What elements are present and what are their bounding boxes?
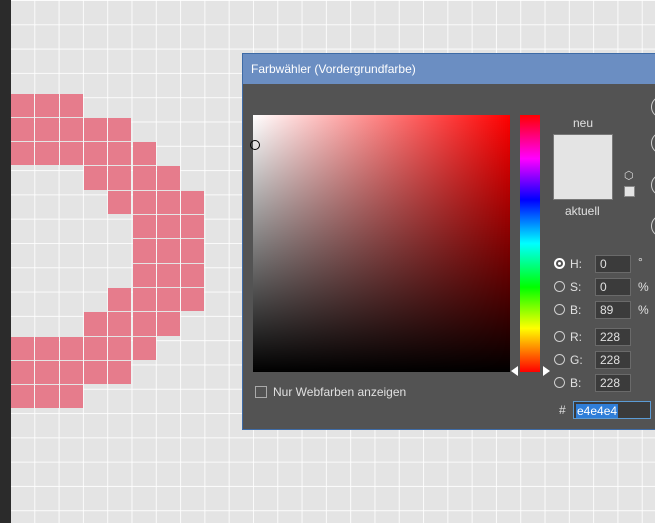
brightness-unit: % <box>638 303 649 317</box>
left-panel-edge <box>0 0 11 523</box>
add-to-swatches-button[interactable] <box>651 174 655 196</box>
pixel-cell <box>181 239 205 263</box>
color-field-marker[interactable] <box>250 140 260 150</box>
pixel-cell <box>11 360 35 385</box>
pixel-cell <box>108 360 132 385</box>
pixel-cell <box>59 360 83 385</box>
new-color-label: neu <box>573 116 594 130</box>
saturation-unit: % <box>638 280 649 294</box>
color-preview-swatch <box>553 134 613 200</box>
pixel-cell <box>108 190 132 215</box>
pixel-cell <box>59 93 83 117</box>
cancel-button[interactable] <box>651 132 655 154</box>
saturation-input[interactable]: 0 <box>595 278 631 296</box>
pixel-cell <box>156 287 181 312</box>
cube-icon[interactable]: ⬡ <box>624 171 634 182</box>
pixel-cell <box>11 93 35 117</box>
red-input[interactable]: 228 <box>595 328 631 346</box>
color-libraries-button[interactable] <box>651 215 655 237</box>
hex-value: e4e4e4 <box>576 404 619 418</box>
pixel-cell <box>181 263 205 287</box>
pixel-cell <box>132 239 156 263</box>
pixel-cell <box>11 385 35 409</box>
green-radio[interactable] <box>554 354 565 365</box>
pixel-cell <box>11 336 35 360</box>
green-input[interactable]: 228 <box>595 351 631 369</box>
green-label: G: <box>570 353 583 367</box>
color-picker-dialog: Farbwähler (Vordergrundfarbe) neu aktuel… <box>242 53 655 430</box>
hue-slider-handle-left[interactable] <box>511 366 518 376</box>
pixel-cell <box>59 142 83 166</box>
dialog-title: Farbwähler (Vordergrundfarbe) <box>251 62 416 76</box>
pixel-cell <box>59 336 83 360</box>
pixel-cell <box>156 312 181 336</box>
web-colors-label: Nur Webfarben anzeigen <box>273 385 407 399</box>
pixel-cell <box>83 142 108 166</box>
web-colors-checkbox[interactable] <box>255 386 267 398</box>
pixel-cell <box>181 287 205 312</box>
hue-input[interactable]: 0 <box>595 255 631 273</box>
hue-unit: ° <box>638 255 643 269</box>
pixel-cell <box>108 287 132 312</box>
pixel-cell <box>35 360 59 385</box>
pixel-cell <box>132 263 156 287</box>
pixel-cell <box>108 336 132 360</box>
blue-input[interactable]: 228 <box>595 374 631 392</box>
saturation-radio[interactable] <box>554 281 565 292</box>
saturation-label: S: <box>570 280 582 294</box>
pixel-cell <box>108 166 132 190</box>
hue-radio[interactable] <box>554 258 565 269</box>
hex-label: # <box>559 403 566 417</box>
red-label: R: <box>570 330 582 344</box>
pixel-cell <box>156 239 181 263</box>
brightness-radio[interactable] <box>554 304 565 315</box>
pixel-cell <box>11 142 35 166</box>
pixel-cell <box>132 215 156 239</box>
pixel-cell <box>156 263 181 287</box>
pixel-cell <box>181 215 205 239</box>
pixel-cell <box>156 215 181 239</box>
dialog-titlebar[interactable]: Farbwähler (Vordergrundfarbe) <box>243 54 655 84</box>
pixel-cell <box>35 93 59 117</box>
pixel-cell <box>132 166 156 190</box>
pixel-cell <box>35 142 59 166</box>
pixel-cell <box>83 336 108 360</box>
hue-slider-handle-right[interactable] <box>543 366 550 376</box>
pixel-cell <box>132 142 156 166</box>
ok-button[interactable] <box>651 96 655 118</box>
pixel-cell <box>132 287 156 312</box>
pixel-cell <box>156 166 181 190</box>
pixel-cell <box>11 117 35 142</box>
pixel-cell <box>83 312 108 336</box>
pixel-cell <box>108 142 132 166</box>
pixel-cell <box>83 117 108 142</box>
pixel-cell <box>35 117 59 142</box>
pixel-cell <box>35 385 59 409</box>
pixel-cell <box>132 312 156 336</box>
pixel-cell <box>83 166 108 190</box>
pixel-cell <box>59 385 83 409</box>
current-color-label: aktuell <box>565 204 600 218</box>
blue-radio[interactable] <box>554 377 565 388</box>
pixel-cell <box>108 117 132 142</box>
web-safe-swatch[interactable] <box>624 186 635 197</box>
saturation-brightness-field[interactable] <box>253 115 510 372</box>
hue-label: H: <box>570 257 582 271</box>
brightness-input[interactable]: 89 <box>595 301 631 319</box>
hex-input[interactable]: e4e4e4 <box>573 401 651 419</box>
pixel-cell <box>181 190 205 215</box>
brightness-label: B: <box>570 303 582 317</box>
pixel-cell <box>83 360 108 385</box>
blue-label: B: <box>570 376 582 390</box>
pixel-cell <box>35 336 59 360</box>
pixel-cell <box>156 190 181 215</box>
pixel-cell <box>132 336 156 360</box>
pixel-cell <box>59 117 83 142</box>
pixel-cell <box>108 312 132 336</box>
pixel-cell <box>132 190 156 215</box>
red-radio[interactable] <box>554 331 565 342</box>
hue-slider[interactable] <box>520 115 540 372</box>
